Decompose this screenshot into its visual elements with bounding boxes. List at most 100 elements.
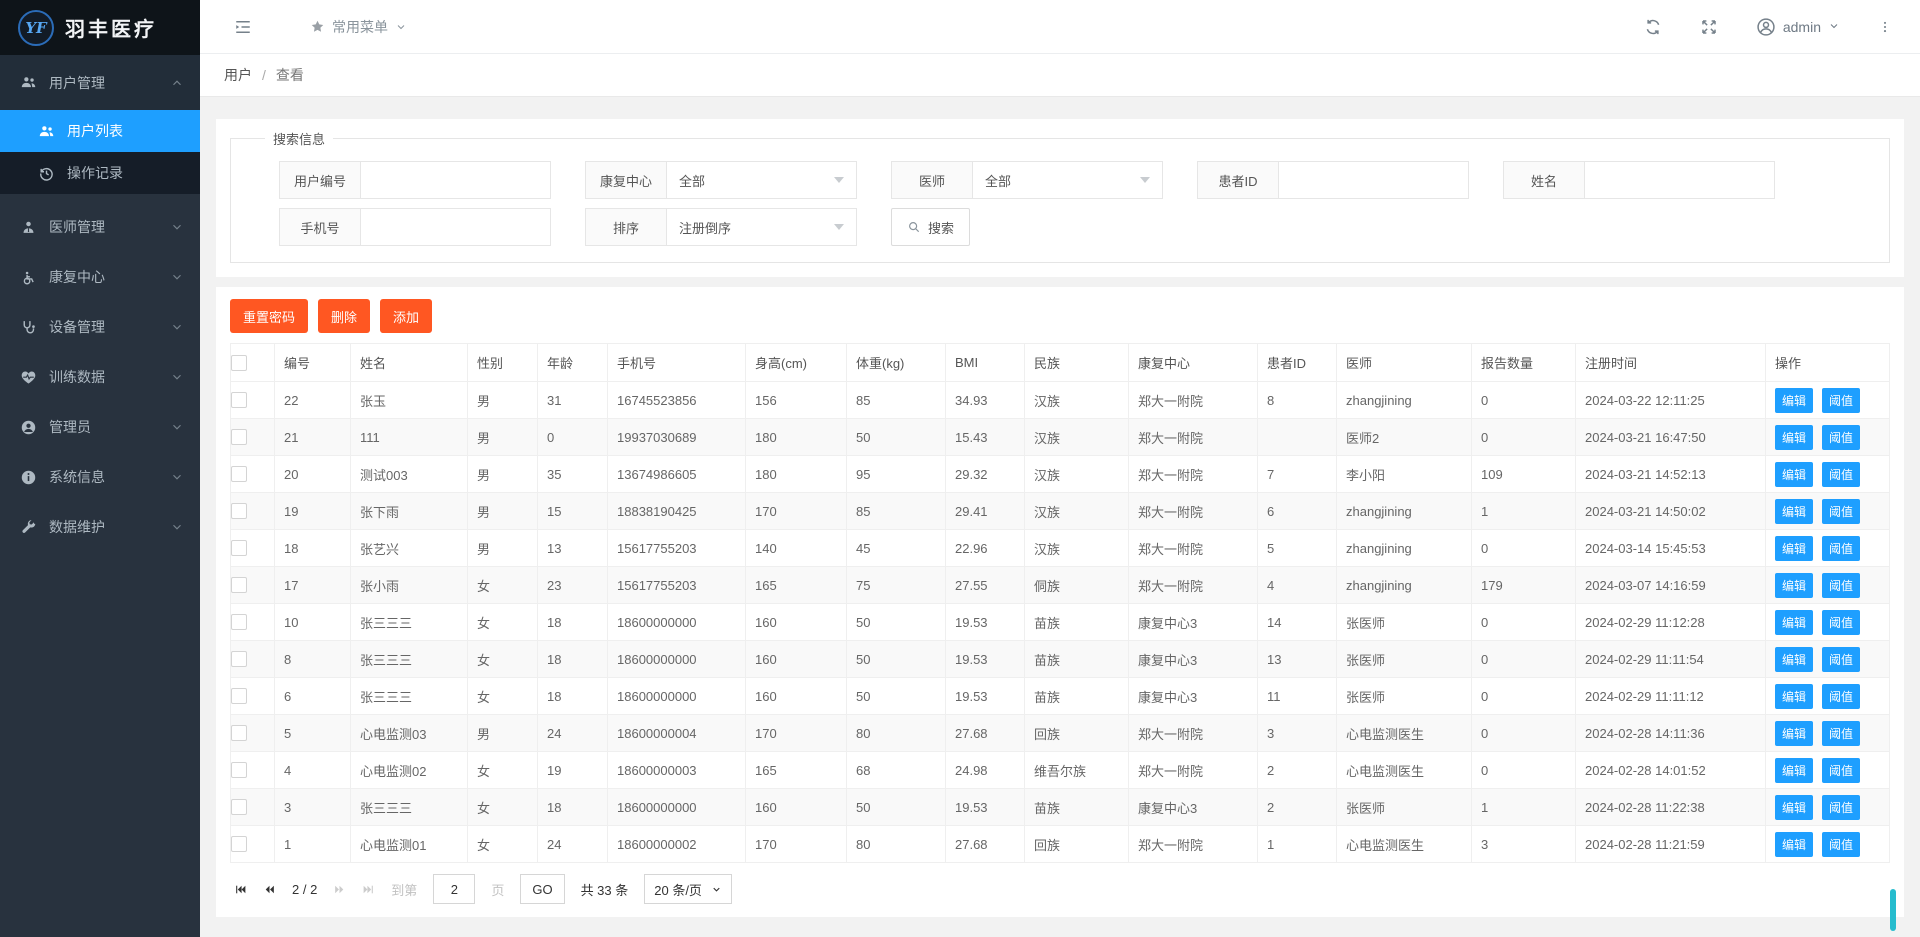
edit-button[interactable]: 编辑 [1775, 573, 1813, 598]
edit-button[interactable]: 编辑 [1775, 795, 1813, 820]
threshold-button[interactable]: 阈值 [1822, 462, 1860, 487]
edit-button[interactable]: 编辑 [1775, 758, 1813, 783]
table-row: 8张三三三女18186000000001605019.53苗族康复中心313张医… [231, 641, 1890, 678]
table-cell: 18600000004 [608, 715, 746, 752]
sidebar-item-user-list[interactable]: 用户列表 [0, 110, 200, 152]
sidebar-item-data-maintenance[interactable]: 数据维护 [0, 502, 200, 552]
edit-button[interactable]: 编辑 [1775, 499, 1813, 524]
topbar-actions: admin [1644, 17, 1892, 37]
name-input[interactable] [1585, 161, 1775, 199]
add-button[interactable]: 添加 [380, 299, 432, 333]
edit-button[interactable]: 编辑 [1775, 536, 1813, 561]
threshold-button[interactable]: 阈值 [1822, 610, 1860, 635]
table-cell: 2024-02-29 11:11:54 [1576, 641, 1766, 678]
table-cell: 19.53 [946, 789, 1025, 826]
edit-button[interactable]: 编辑 [1775, 388, 1813, 413]
row-checkbox[interactable] [231, 725, 247, 741]
refresh-icon[interactable] [1644, 18, 1662, 36]
sidebar-item-system-info[interactable]: 系统信息 [0, 452, 200, 502]
threshold-button[interactable]: 阈值 [1822, 536, 1860, 561]
threshold-button[interactable]: 阈值 [1822, 758, 1860, 783]
sidebar-item-training-data[interactable]: 训练数据 [0, 352, 200, 402]
threshold-button[interactable]: 阈值 [1822, 832, 1860, 857]
table-cell: 男 [468, 715, 538, 752]
row-checkbox[interactable] [231, 836, 247, 852]
row-checkbox[interactable] [231, 688, 247, 704]
page-number-input[interactable] [433, 874, 475, 904]
edit-button[interactable]: 编辑 [1775, 684, 1813, 709]
sidebar-item-administrator[interactable]: 管理员 [0, 402, 200, 452]
threshold-button[interactable]: 阈值 [1822, 425, 1860, 450]
prev-page-button[interactable] [263, 883, 276, 896]
select-all-checkbox[interactable] [231, 355, 247, 371]
kebab-menu-icon[interactable] [1878, 19, 1892, 35]
table-cell: 测试003 [351, 456, 468, 493]
first-page-button[interactable] [234, 883, 247, 896]
sidebar-item-operation-log[interactable]: 操作记录 [0, 152, 200, 194]
row-checkbox[interactable] [231, 466, 247, 482]
row-checkbox[interactable] [231, 762, 247, 778]
threshold-button[interactable]: 阈值 [1822, 388, 1860, 413]
sidebar-item-label: 用户列表 [67, 121, 123, 141]
table-row: 22张玉男31167455238561568534.93汉族郑大一附院8zhan… [231, 382, 1890, 419]
row-checkbox[interactable] [231, 503, 247, 519]
user-menu[interactable]: admin [1756, 17, 1840, 37]
table-cell: 24 [538, 715, 608, 752]
col-header: 操作 [1766, 344, 1890, 382]
edit-button[interactable]: 编辑 [1775, 647, 1813, 672]
row-checkbox-cell [231, 419, 275, 456]
row-checkbox-cell [231, 567, 275, 604]
sort-select[interactable]: 注册倒序 [667, 208, 857, 246]
patient-id-input[interactable] [1279, 161, 1469, 199]
edit-button[interactable]: 编辑 [1775, 610, 1813, 635]
table-cell: 31 [538, 382, 608, 419]
threshold-button[interactable]: 阈值 [1822, 721, 1860, 746]
table-cell: 心电监测02 [351, 752, 468, 789]
row-checkbox[interactable] [231, 392, 247, 408]
page-size-select[interactable]: 20 条/页 [644, 874, 732, 904]
favorites-menu[interactable]: 常用菜单 [310, 17, 407, 37]
row-checkbox-cell [231, 641, 275, 678]
table-cell: 160 [746, 604, 847, 641]
row-checkbox[interactable] [231, 577, 247, 593]
breadcrumb-section[interactable]: 用户 [224, 65, 252, 85]
fullscreen-icon[interactable] [1700, 18, 1718, 36]
threshold-button[interactable]: 阈值 [1822, 684, 1860, 709]
next-page-button[interactable] [333, 883, 346, 896]
table-cell: 心电监测医生 [1337, 826, 1472, 863]
table-cell: 郑大一附院 [1129, 419, 1258, 456]
sidebar-item-doctor-management[interactable]: 医师管理 [0, 202, 200, 252]
threshold-button[interactable]: 阈值 [1822, 795, 1860, 820]
table-cell: 24 [538, 826, 608, 863]
threshold-button[interactable]: 阈值 [1822, 573, 1860, 598]
collapse-sidebar-icon[interactable] [234, 18, 252, 36]
search-button[interactable]: 搜索 [891, 208, 970, 246]
row-checkbox[interactable] [231, 540, 247, 556]
sidebar-item-device-management[interactable]: 设备管理 [0, 302, 200, 352]
sidebar-item-rehab-center[interactable]: 康复中心 [0, 252, 200, 302]
sidebar-item-user-management[interactable]: 用户管理 [0, 55, 200, 110]
star-icon [310, 19, 325, 34]
threshold-button[interactable]: 阈值 [1822, 647, 1860, 672]
row-checkbox[interactable] [231, 429, 247, 445]
edit-button[interactable]: 编辑 [1775, 721, 1813, 746]
go-button[interactable]: GO [520, 874, 564, 904]
row-checkbox[interactable] [231, 614, 247, 630]
scrollbar-thumb[interactable] [1890, 889, 1896, 931]
col-header: 医师 [1337, 344, 1472, 382]
user-id-input[interactable] [361, 161, 551, 199]
reset-password-button[interactable]: 重置密码 [230, 299, 308, 333]
last-page-button[interactable] [362, 883, 375, 896]
row-checkbox[interactable] [231, 799, 247, 815]
edit-button[interactable]: 编辑 [1775, 832, 1813, 857]
table-cell: 女 [468, 604, 538, 641]
row-checkbox[interactable] [231, 651, 247, 667]
table-cell: 14 [1258, 604, 1337, 641]
delete-button[interactable]: 删除 [318, 299, 370, 333]
center-select[interactable]: 全部 [667, 161, 857, 199]
phone-input[interactable] [361, 208, 551, 246]
threshold-button[interactable]: 阈值 [1822, 499, 1860, 524]
edit-button[interactable]: 编辑 [1775, 425, 1813, 450]
edit-button[interactable]: 编辑 [1775, 462, 1813, 487]
doctor-select[interactable]: 全部 [973, 161, 1163, 199]
